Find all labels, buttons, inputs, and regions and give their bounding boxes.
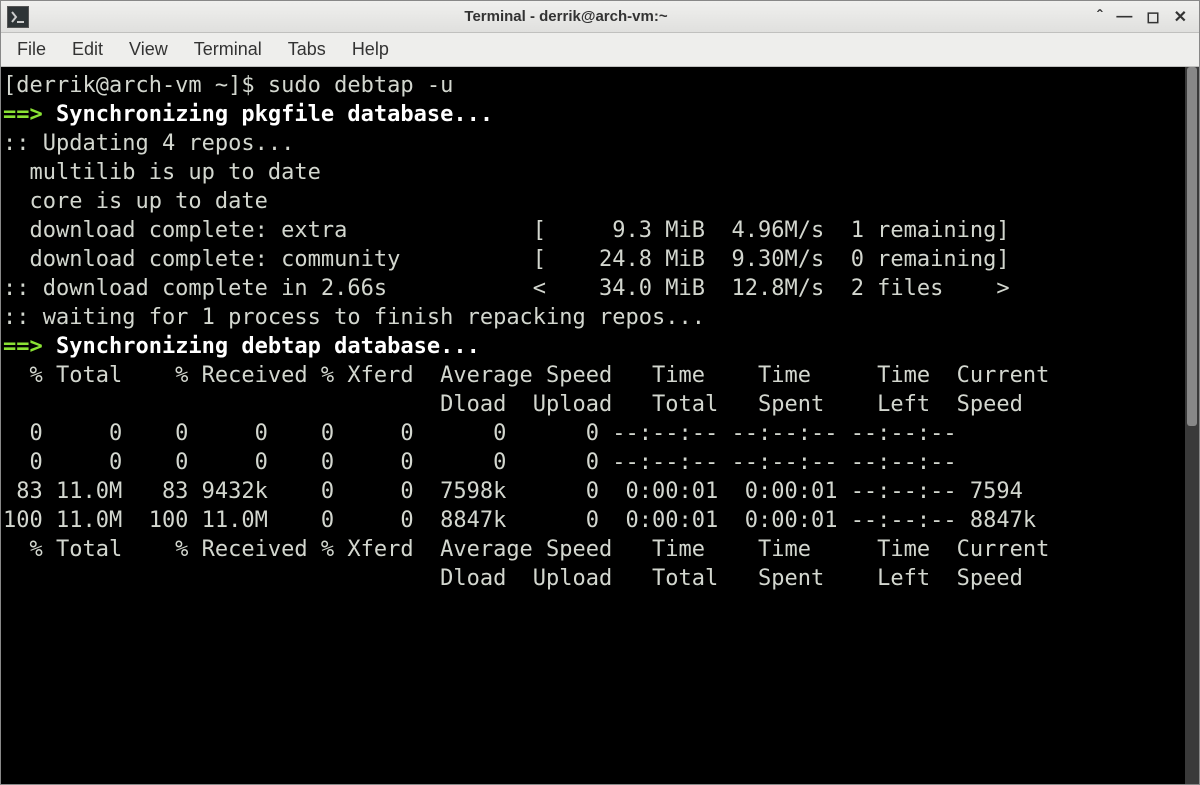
curl-row: 83 11.0M 83 9432k 0 0 7598k 0 0:00:01 0:… (3, 479, 1023, 504)
scrollbar[interactable] (1185, 67, 1199, 784)
scroll-thumb[interactable] (1187, 67, 1197, 426)
terminal-area: [derrik@arch-vm ~]$ sudo debtap -u ==> S… (1, 67, 1199, 784)
dl-complete-line: :: download complete in 2.66s < 34.0 MiB… (3, 276, 1010, 301)
dl-extra-line: download complete: extra [ 9.3 MiB 4.96M… (3, 218, 1010, 243)
menubar: File Edit View Terminal Tabs Help (1, 33, 1199, 67)
updating-line: :: Updating 4 repos... (3, 131, 294, 156)
curl-row: 0 0 0 0 0 0 0 0 --:--:-- --:--:-- --:--:… (3, 450, 957, 475)
window-title: Terminal - derrik@arch-vm:~ (35, 8, 1097, 25)
curl-row: 0 0 0 0 0 0 0 0 --:--:-- --:--:-- --:--:… (3, 421, 957, 446)
dl-community-line: download complete: community [ 24.8 MiB … (3, 247, 1010, 272)
menu-tabs[interactable]: Tabs (288, 39, 326, 60)
window-controls: ˆ — ◻ ✕ (1097, 7, 1193, 27)
menu-help[interactable]: Help (352, 39, 389, 60)
scroll-track[interactable] (1185, 67, 1199, 784)
curl-header-1: % Total % Received % Xferd Average Speed… (3, 363, 1049, 388)
window-frame: Terminal - derrik@arch-vm:~ ˆ — ◻ ✕ File… (0, 0, 1200, 785)
menu-file[interactable]: File (17, 39, 46, 60)
terminal[interactable]: [derrik@arch-vm ~]$ sudo debtap -u ==> S… (1, 67, 1185, 784)
minimize-button[interactable]: — (1116, 8, 1132, 26)
sync-pkgfile-line: Synchronizing pkgfile database... (56, 102, 493, 127)
terminal-icon (7, 6, 29, 28)
menu-terminal[interactable]: Terminal (194, 39, 262, 60)
arrow-indicator: ==> (3, 102, 56, 127)
titlebar[interactable]: Terminal - derrik@arch-vm:~ ˆ — ◻ ✕ (1, 1, 1199, 33)
core-line: core is up to date (3, 189, 268, 214)
prompt: [derrik@arch-vm ~]$ (3, 73, 268, 98)
sync-debtap-line: Synchronizing debtap database... (56, 334, 480, 359)
curl-row: 100 11.0M 100 11.0M 0 0 8847k 0 0:00:01 … (3, 508, 1036, 533)
maximize-button[interactable]: ◻ (1146, 7, 1159, 27)
multilib-line: multilib is up to date (3, 160, 321, 185)
collapse-button[interactable]: ˆ (1097, 8, 1102, 26)
waiting-line: :: waiting for 1 process to finish repac… (3, 305, 705, 330)
curl-header-2: Dload Upload Total Spent Left Speed (3, 392, 1023, 417)
curl-header-2b: Dload Upload Total Spent Left Speed (3, 566, 1023, 591)
menu-edit[interactable]: Edit (72, 39, 103, 60)
arrow-indicator: ==> (3, 334, 56, 359)
curl-header-1b: % Total % Received % Xferd Average Speed… (3, 537, 1049, 562)
menu-view[interactable]: View (129, 39, 168, 60)
command: sudo debtap -u (268, 73, 453, 98)
close-button[interactable]: ✕ (1174, 7, 1187, 27)
